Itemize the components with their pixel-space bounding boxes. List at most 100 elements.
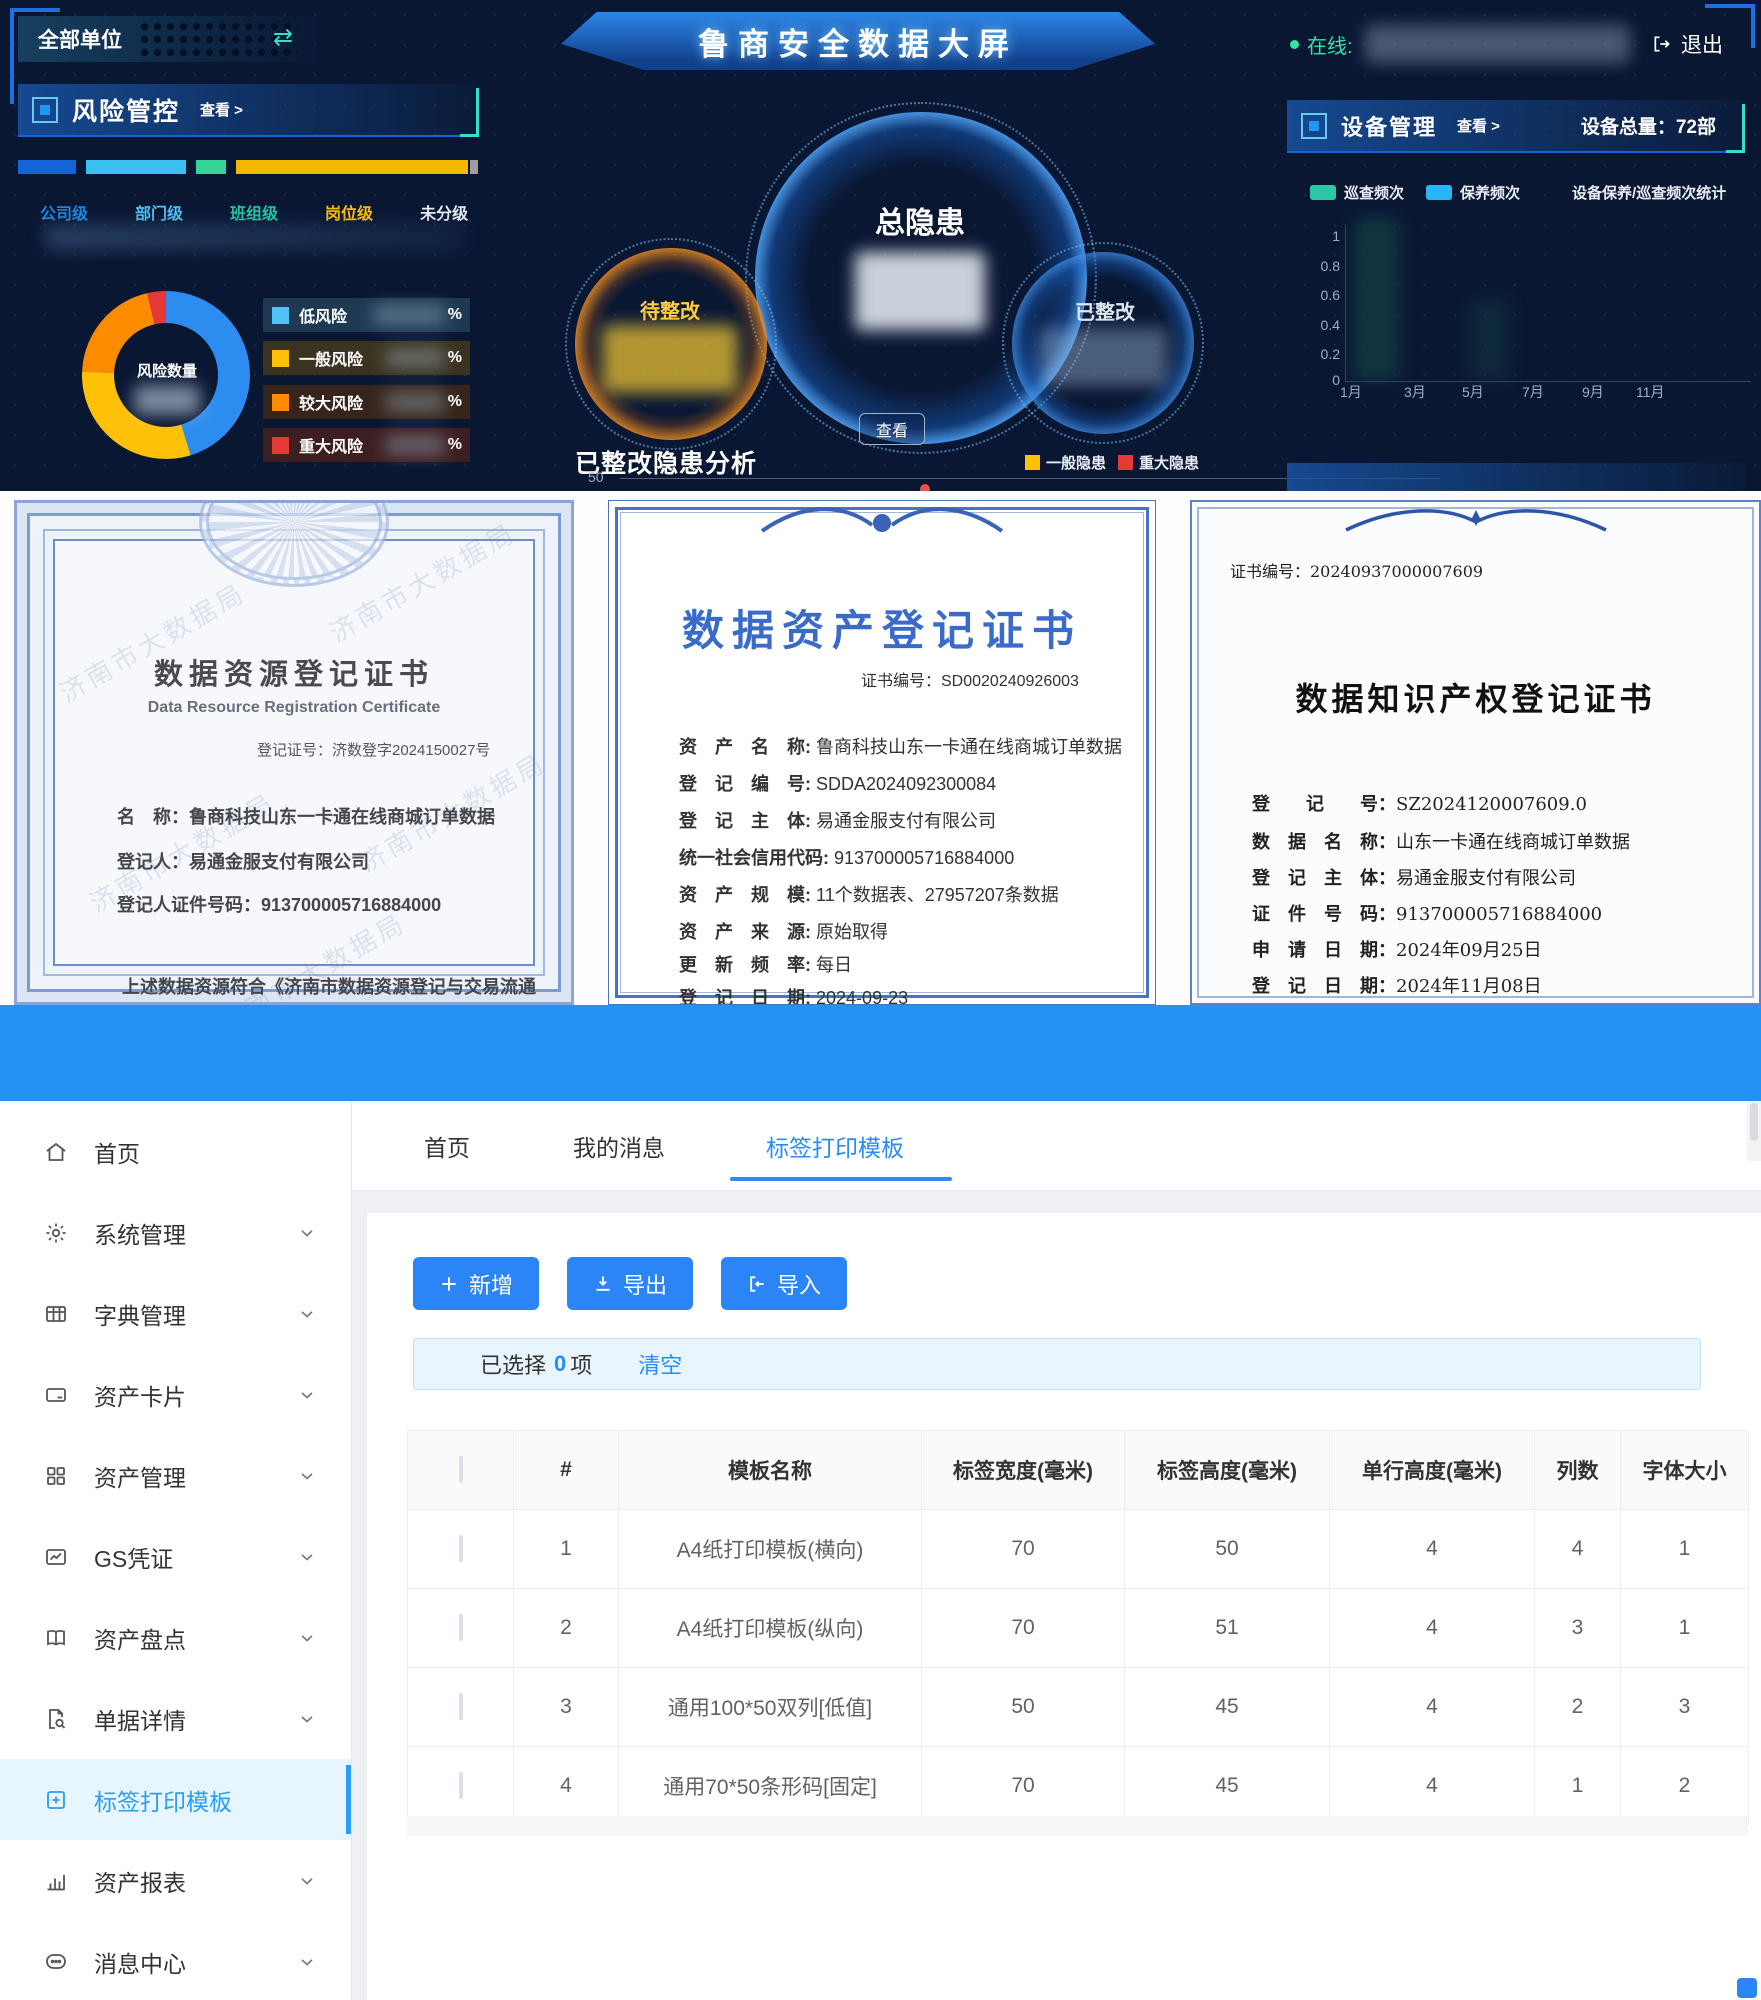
table-row: 2 A4纸打印模板(纵向) 70 51 4 3 1 (408, 1589, 1749, 1668)
table-horizontal-scrollbar[interactable] (407, 1816, 1748, 1836)
tab-department-level[interactable]: 部门级 (135, 200, 183, 224)
legend-swatch (1025, 455, 1040, 470)
pending-hazard-value-blurred (602, 325, 738, 393)
sidebar-item-message-center[interactable]: 消息中心 (0, 1921, 351, 2000)
donut-center-label: 风险数量 (112, 360, 222, 381)
device-chart-plot (1345, 225, 1751, 382)
legend-swatch (272, 307, 289, 324)
risk-view-link[interactable]: 查看 > (200, 99, 243, 120)
certificate-subtitle: Data Resource Registration Certificate (17, 699, 571, 717)
teal-bracket-decoration (460, 88, 479, 137)
main-content: 首页 我的消息 标签打印模板 新增 导出 导入 已选择 0 项 (352, 1101, 1761, 2000)
legend-swatch (272, 437, 289, 454)
tab-my-messages[interactable]: 我的消息 (573, 1129, 665, 1163)
plus-square-icon (44, 1788, 68, 1812)
selection-prefix: 已选择 (480, 1348, 546, 1380)
sidebar-item-asset-inventory[interactable]: 资产盘点 (0, 1597, 351, 1678)
legend-row-high-risk: 较大风险 % (263, 385, 470, 419)
chevron-down-icon (297, 1223, 317, 1243)
field-value: 鲁商科技山东一卡通在线商城订单数据 (816, 737, 1122, 757)
certificate-number: 登记证号：济数登字2024150027号 (257, 739, 490, 760)
swap-icon[interactable]: ⇄ (273, 23, 293, 52)
cell-font-size: 1 (1621, 1589, 1749, 1668)
tab-post-level[interactable]: 岗位级 (325, 200, 373, 224)
gear-icon (44, 1221, 68, 1245)
cell-label-height: 45 (1125, 1668, 1330, 1747)
chevron-down-icon (297, 1952, 317, 1972)
legend-value-blurred (385, 348, 445, 368)
online-username-blurred (1365, 25, 1630, 63)
x-tick: 9月 (1582, 382, 1604, 402)
clear-selection-link[interactable]: 清空 (638, 1348, 682, 1380)
back-to-top-button[interactable] (1737, 1978, 1757, 1998)
ornament-flourish (752, 501, 1012, 547)
device-view-link[interactable]: 查看 > (1457, 115, 1500, 136)
unit-selector-label: 全部单位 (38, 24, 122, 54)
select-all-checkbox[interactable] (459, 1456, 463, 1483)
header-checkbox-cell (408, 1431, 514, 1510)
cell-columns: 2 (1535, 1668, 1621, 1747)
bar-segment (18, 160, 76, 174)
sidebar-item-asset-card[interactable]: 资产卡片 (0, 1354, 351, 1435)
book-icon (44, 1626, 68, 1650)
unit-selector[interactable]: 全部单位 ⇄ (18, 16, 318, 62)
cell-template-name: A4纸打印模板(横向) (619, 1510, 922, 1589)
add-button[interactable]: 新增 (413, 1257, 539, 1310)
sidebar-item-label-print-template[interactable]: 标签打印模板 (0, 1759, 351, 1840)
col-header-font-size: 字体大小 (1621, 1431, 1749, 1510)
top-tabbar: 首页 我的消息 标签打印模板 (352, 1101, 1761, 1191)
y-tick: 1 (1306, 228, 1340, 244)
teal-bracket-decoration (1726, 104, 1745, 153)
tab-team-level[interactable]: 班组级 (230, 200, 278, 224)
row-checkbox[interactable] (459, 1772, 463, 1799)
field-label: 登 记 日 期： (1252, 976, 1396, 997)
x-tick: 11月 (1636, 382, 1665, 402)
logout-button[interactable]: 退出 (1652, 24, 1723, 64)
risk-stacked-bar (18, 160, 478, 174)
sidebar-item-asset-report[interactable]: 资产报表 (0, 1840, 351, 1921)
tab-label-print-template[interactable]: 标签打印模板 (766, 1129, 904, 1163)
cell-index: 4 (514, 1747, 619, 1826)
sidebar-item-dictionary-management[interactable]: 字典管理 (0, 1273, 351, 1354)
cell-index: 2 (514, 1589, 619, 1668)
cell-template-name: A4纸打印模板(纵向) (619, 1589, 922, 1668)
sidebar-item-asset-management[interactable]: 资产管理 (0, 1435, 351, 1516)
sidebar-item-gs-voucher[interactable]: GS凭证 (0, 1516, 351, 1597)
field-label: 资 产 来 源: (679, 922, 811, 942)
analysis-legend-major: 重大隐患 (1118, 452, 1199, 473)
fixed-hazard-value-blurred (1040, 328, 1168, 386)
row-checkbox[interactable] (459, 1693, 463, 1720)
table-row: 3 通用100*50双列[低值] 50 45 4 2 3 (408, 1668, 1749, 1747)
tab-home[interactable]: 首页 (424, 1129, 470, 1163)
field-value: SZ2024120007609.0 (1396, 794, 1587, 815)
doc-search-icon (44, 1707, 68, 1731)
table-icon (44, 1302, 68, 1326)
chevron-down-icon (297, 1871, 317, 1891)
cell-label-width: 70 (922, 1510, 1125, 1589)
tab-company-level[interactable]: 公司级 (40, 200, 88, 224)
row-checkbox[interactable] (459, 1614, 463, 1641)
message-icon (44, 1950, 68, 1974)
field-label: 登 记 日 期: (679, 988, 811, 1005)
total-hazard-value-blurred (855, 252, 985, 330)
y-tick: 0.2 (1306, 346, 1340, 362)
field-label: 证 件 号 码： (1252, 904, 1396, 925)
cell-columns: 4 (1535, 1510, 1621, 1589)
risk-panel-header: 风险管控 查看 > (18, 84, 476, 137)
y-tick: 0.4 (1306, 317, 1340, 333)
selection-bar: 已选择 0 项 清空 (413, 1338, 1701, 1390)
device-panel-header: 设备管理 查看 > 设备总量：72部 (1287, 100, 1742, 153)
sidebar-item-document-details[interactable]: 单据详情 (0, 1678, 351, 1759)
sidebar-item-system-management[interactable]: 系统管理 (0, 1192, 351, 1273)
cell-label-width: 50 (922, 1668, 1125, 1747)
tab-unclassified[interactable]: 未分级 (420, 200, 468, 224)
row-checkbox[interactable] (459, 1535, 463, 1562)
export-button[interactable]: 导出 (567, 1257, 693, 1310)
scrollbar[interactable] (1747, 1101, 1761, 1161)
total-hazard-label: 总隐患 (845, 198, 995, 242)
sidebar-item-home[interactable]: 首页 (0, 1111, 351, 1192)
import-button[interactable]: 导入 (721, 1257, 847, 1310)
hazard-view-button[interactable]: 查看 (859, 413, 925, 445)
cell-row-height: 4 (1330, 1510, 1535, 1589)
certificate-number: 证书编号：20240937000007609 (1230, 558, 1483, 582)
